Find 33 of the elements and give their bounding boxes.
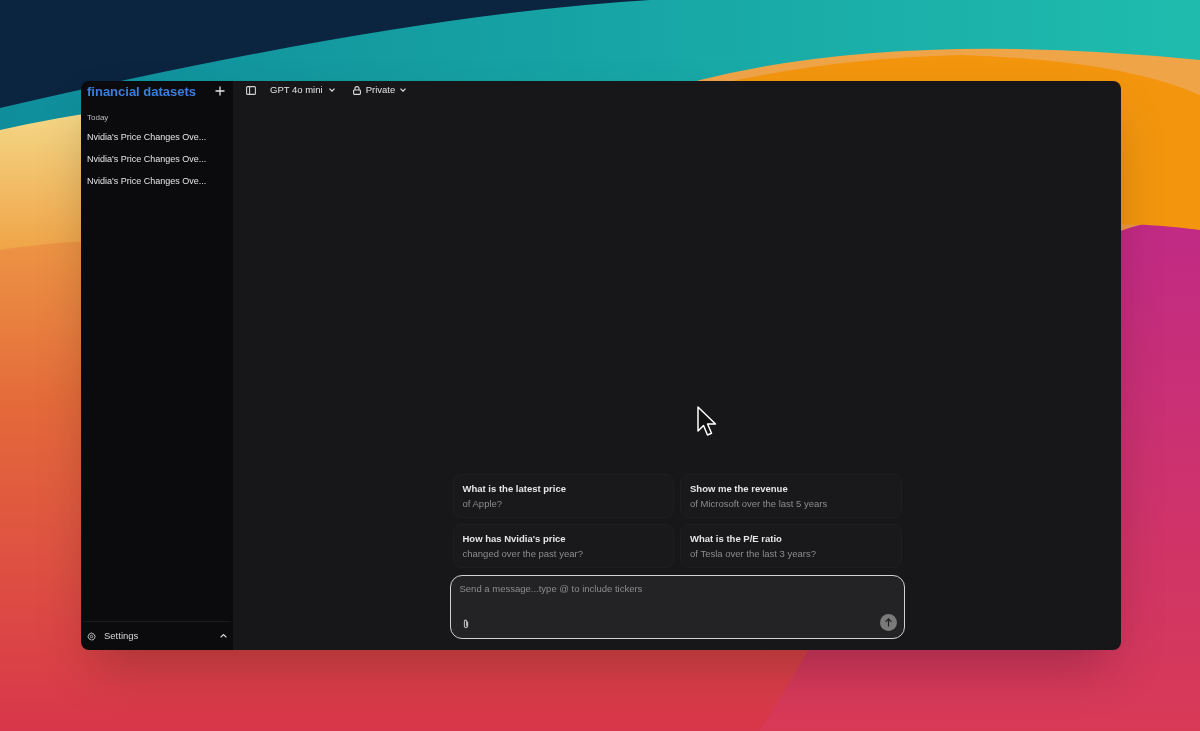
suggestion-subtitle: of Tesla over the last 3 years? — [690, 549, 817, 559]
suggestion-card[interactable]: What is the latest price of Apple? — [452, 474, 674, 518]
lock-icon — [352, 85, 361, 95]
gear-icon — [87, 631, 96, 641]
suggestion-subtitle: of Apple? — [462, 499, 503, 509]
chat-history-item[interactable]: Nvidia's Price Changes Ove... — [83, 148, 231, 170]
paperclip-icon — [462, 619, 469, 629]
settings-button[interactable]: Settings — [81, 622, 233, 650]
chevron-up-icon — [220, 634, 227, 638]
suggestion-title: How has Nvidia's price — [462, 533, 566, 543]
suggestion-card[interactable]: Show me the revenue of Microsoft over the last 5 years — [680, 474, 902, 518]
suggestion-card[interactable]: What is the P/E ratio of Tesla over the last 3 years? — [680, 524, 902, 568]
chat-history-item[interactable]: Nvidia's Price Changes Ove... — [83, 170, 231, 192]
message-field[interactable]: Send a message...type @ to include tickers — [449, 575, 905, 639]
visibility-dropdown[interactable]: Private — [348, 82, 411, 98]
sidebar-toggle-button[interactable] — [244, 83, 258, 97]
chevron-down-icon — [328, 88, 335, 92]
model-dropdown[interactable]: GPT 4o mini — [266, 82, 339, 98]
suggestion-subtitle: of Microsoft over the last 5 years — [690, 499, 828, 509]
chat-history-item[interactable]: Nvidia's Price Changes Ove... — [83, 126, 231, 148]
suggestion-card[interactable]: How has Nvidia's price changed over the past year? — [452, 524, 674, 568]
suggestion-subtitle: changed over the past year? — [462, 549, 583, 559]
new-chat-button[interactable] — [213, 84, 227, 98]
suggestion-title: What is the latest price — [462, 483, 566, 493]
plus-icon — [215, 86, 225, 96]
sidebar-panel-icon — [246, 85, 256, 95]
arrow-up-icon — [884, 618, 892, 627]
suggestion-title: Show me the revenue — [690, 483, 788, 493]
chevron-down-icon — [400, 88, 407, 92]
section-label: Today — [86, 114, 110, 122]
cursor-icon — [697, 406, 717, 437]
app-title: financial datasets — [87, 84, 197, 98]
suggestion-title: What is the P/E ratio — [690, 533, 782, 543]
